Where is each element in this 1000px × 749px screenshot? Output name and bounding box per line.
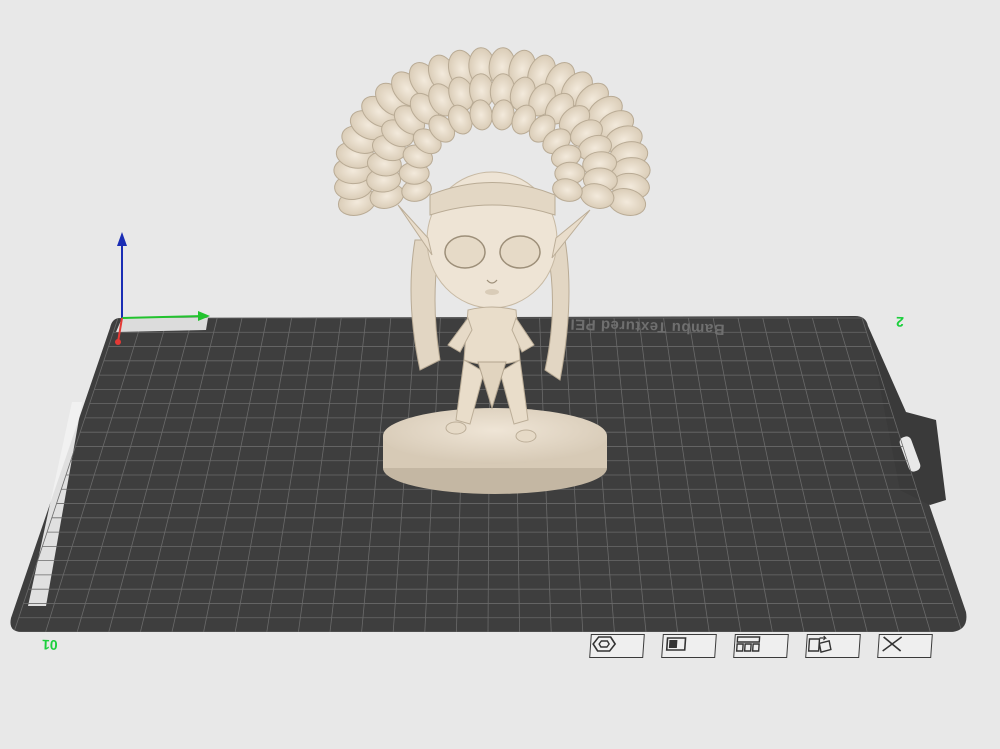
plate-toolbar	[589, 634, 933, 660]
lock-button[interactable]	[661, 634, 717, 658]
delete-plate-button[interactable]	[877, 634, 933, 658]
plate-number-left: 01	[41, 636, 58, 654]
3d-viewport[interactable]: Bambu Textured PEI 01 2	[0, 0, 1000, 749]
auto-orient-button[interactable]	[805, 634, 861, 658]
arrange-button[interactable]	[733, 634, 789, 658]
orient-button[interactable]	[589, 634, 645, 658]
plate-number-right: 2	[895, 313, 905, 331]
